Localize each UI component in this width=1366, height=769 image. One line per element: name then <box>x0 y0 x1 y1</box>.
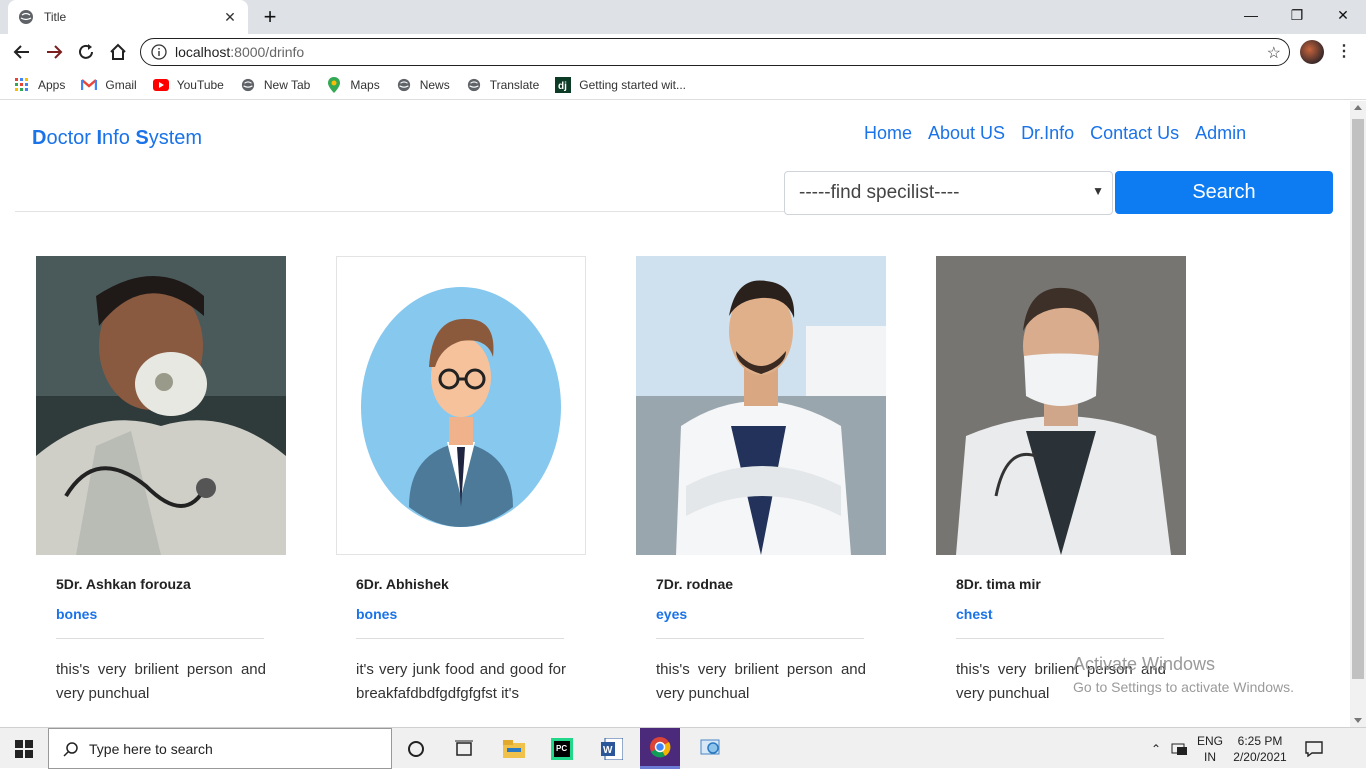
doctor-card: 5Dr. Ashkan forouza bones this's very br… <box>36 256 286 727</box>
specialist-select[interactable]: -----find specilist---- ▼ <box>784 171 1113 215</box>
doctor-specialty[interactable]: eyes <box>656 606 687 622</box>
browser-tab[interactable]: Title ✕ <box>8 0 248 34</box>
doctor-description: this's very brilient person and very pun… <box>56 661 266 702</box>
bookmark-new-tab[interactable]: New Tab <box>240 77 310 93</box>
close-tab-icon[interactable]: ✕ <box>222 9 238 26</box>
page-content: Doctor Info System Home About US Dr.Info… <box>0 101 1350 727</box>
card-divider <box>356 638 564 639</box>
scroll-down-icon[interactable] <box>1354 718 1362 723</box>
bookmark-youtube[interactable]: YouTube <box>152 77 224 93</box>
bookmark-gmail[interactable]: Gmail <box>81 77 137 93</box>
doctor-description: this's very brilient person and very pun… <box>656 661 866 702</box>
svg-text:W: W <box>603 745 613 756</box>
cortana-icon[interactable] <box>396 728 436 769</box>
back-icon[interactable] <box>10 40 34 64</box>
url-text: localhost:8000/drinfo <box>175 44 305 60</box>
youtube-icon <box>152 77 169 93</box>
notifications-icon[interactable] <box>1294 728 1334 769</box>
clock[interactable]: 6:25 PM 2/20/2021 <box>1228 728 1292 769</box>
site-brand[interactable]: Doctor Info System <box>32 127 202 150</box>
forward-icon[interactable] <box>42 40 66 64</box>
home-icon[interactable] <box>106 40 130 64</box>
specialist-select-value: -----find specilist---- <box>799 182 960 203</box>
doctor-specialty[interactable]: bones <box>356 606 397 622</box>
watermark-title: Activate Windows <box>1073 654 1216 674</box>
main-nav: Home About US Dr.Info Contact Us Admin <box>864 123 1262 144</box>
new-tab-button[interactable]: + <box>258 5 282 29</box>
doctor-photo <box>936 256 1186 555</box>
nav-home[interactable]: Home <box>864 123 912 144</box>
doctor-card: 6Dr. Abhishek bones it's very junk food … <box>336 256 586 727</box>
search-icon <box>63 741 78 757</box>
bookmark-maps[interactable]: Maps <box>326 76 380 93</box>
chevron-down-icon: ▼ <box>1092 184 1104 198</box>
doctor-name[interactable]: 5Dr. Ashkan forouza <box>56 576 191 592</box>
globe-icon <box>396 77 412 93</box>
bookmark-star-icon[interactable]: ☆ <box>1267 43 1281 63</box>
watermark-subtitle: Go to Settings to activate Windows. <box>1073 679 1294 695</box>
reload-icon[interactable] <box>74 40 98 64</box>
nav-dr-info[interactable]: Dr.Info <box>1021 123 1074 144</box>
pycharm-icon[interactable]: PC <box>542 728 582 769</box>
bookmark-apps[interactable]: Apps <box>14 77 65 93</box>
scroll-thumb[interactable] <box>1352 119 1364 679</box>
windows-taskbar: Type here to search PC W ⌃ ENG IN 6:25 PM… <box>0 727 1366 769</box>
info-icon <box>151 44 167 60</box>
chevron-up-icon[interactable]: ⌃ <box>1146 728 1166 769</box>
bookmark-getting-started[interactable]: dj Getting started wit... <box>555 76 686 93</box>
scroll-up-icon[interactable] <box>1354 105 1362 110</box>
network-icon[interactable] <box>1168 728 1192 769</box>
nav-admin[interactable]: Admin <box>1195 123 1246 144</box>
browser-menu-icon[interactable]: ⋮ <box>1336 42 1352 62</box>
doctor-card: 7Dr. rodnae eyes this's very brilient pe… <box>636 256 886 727</box>
card-divider <box>56 638 264 639</box>
doctor-photo <box>336 256 586 555</box>
profile-avatar[interactable] <box>1300 40 1324 64</box>
doctor-photo <box>36 256 286 555</box>
language-indicator[interactable]: ENG IN <box>1194 728 1226 769</box>
restore-icon[interactable]: ❐ <box>1274 0 1320 30</box>
nav-about-us[interactable]: About US <box>928 123 1005 144</box>
activate-windows-watermark: Activate Windows Go to Settings to activ… <box>1073 654 1294 695</box>
task-view-icon[interactable] <box>444 728 484 769</box>
bookmark-translate[interactable]: Translate <box>466 77 539 93</box>
doctor-specialty[interactable]: bones <box>56 606 97 622</box>
taskbar-search-placeholder: Type here to search <box>89 740 213 757</box>
maps-pin-icon <box>326 76 342 93</box>
windows-start-icon[interactable] <box>0 728 48 769</box>
tab-title: Title <box>44 10 67 24</box>
browser-toolbar: localhost:8000/drinfo ☆ ⋮ <box>0 34 1366 70</box>
browser-tabstrip: Title ✕ + — ❐ ✕ <box>0 0 1366 34</box>
close-window-icon[interactable]: ✕ <box>1320 0 1366 30</box>
card-divider <box>956 638 1164 639</box>
globe-icon <box>240 77 256 93</box>
address-bar[interactable]: localhost:8000/drinfo ☆ <box>140 38 1290 66</box>
django-icon: dj <box>555 76 572 93</box>
chrome-icon[interactable] <box>640 728 680 769</box>
gmail-icon <box>81 77 98 93</box>
magnifier-app-icon[interactable] <box>690 728 730 769</box>
doctor-name[interactable]: 8Dr. tima mir <box>956 576 1041 592</box>
svg-text:dj: dj <box>558 81 567 92</box>
doctor-specialty[interactable]: chest <box>956 606 993 622</box>
taskbar-search-input[interactable]: Type here to search <box>48 728 392 769</box>
bookmarks-bar: Apps Gmail YouTube New Tab Maps News Tra… <box>0 70 1366 100</box>
header-divider <box>15 211 785 212</box>
doctor-description: it's very junk food and good for breakfa… <box>356 661 566 702</box>
doctor-photo <box>636 256 886 555</box>
nav-contact-us[interactable]: Contact Us <box>1090 123 1179 144</box>
bookmark-news[interactable]: News <box>396 77 450 93</box>
file-explorer-icon[interactable] <box>494 728 534 769</box>
globe-icon <box>466 77 482 93</box>
doctor-name[interactable]: 7Dr. rodnae <box>656 576 733 592</box>
word-icon[interactable]: W <box>592 728 632 769</box>
globe-icon <box>19 10 33 24</box>
apps-grid-icon <box>14 77 30 93</box>
svg-text:PC: PC <box>556 744 567 753</box>
doctor-name[interactable]: 6Dr. Abhishek <box>356 576 449 592</box>
card-divider <box>656 638 864 639</box>
page-scrollbar[interactable] <box>1350 101 1366 727</box>
minimize-icon[interactable]: — <box>1228 0 1274 30</box>
search-button[interactable]: Search <box>1115 171 1333 214</box>
